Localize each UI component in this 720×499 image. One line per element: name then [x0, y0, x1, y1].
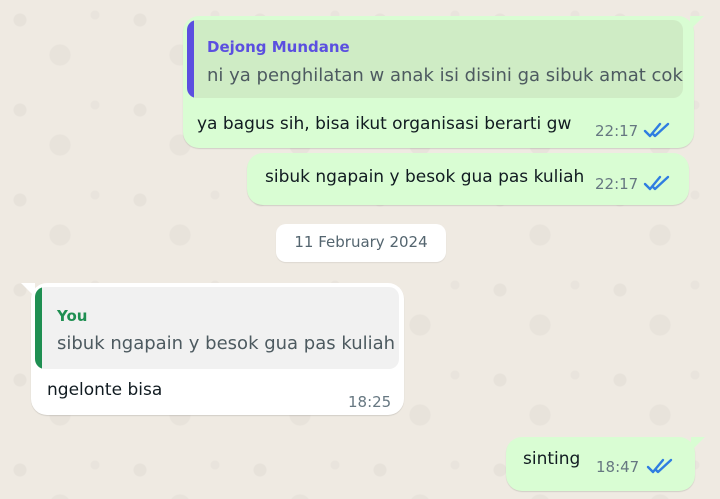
date-separator: 11 February 2024 [276, 224, 446, 262]
message-time: 18:25 [348, 393, 392, 411]
outgoing-message-bubble[interactable]: sibuk ngapain y besok gua pas kuliah 22:… [247, 153, 689, 205]
bubble-tail [21, 283, 35, 297]
message-text: sinting [523, 449, 581, 469]
quote-accent-bar [35, 287, 42, 369]
date-separator-text: 11 February 2024 [294, 233, 428, 251]
message-time: 22:17 [595, 175, 639, 193]
incoming-message-bubble[interactable]: You sibuk ngapain y besok gua pas kuliah… [21, 283, 404, 415]
bubble-tail [690, 16, 704, 30]
quote-author: Dejong Mundane [207, 38, 350, 56]
quote-author: You [57, 307, 88, 325]
quoted-message[interactable]: Dejong Mundane ni ya penghilatan w anak … [187, 20, 683, 98]
message-time: 18:47 [596, 458, 640, 476]
message-text: ngelonte bisa [47, 380, 163, 400]
quote-text: sibuk ngapain y besok gua pas kuliah [57, 333, 396, 354]
message-text: sibuk ngapain y besok gua pas kuliah [265, 167, 585, 187]
quote-accent-bar [187, 20, 194, 98]
double-check-read-icon [643, 122, 670, 138]
bubble-tail [691, 437, 705, 451]
double-check-read-icon [646, 458, 673, 474]
message-time: 22:17 [595, 122, 639, 140]
outgoing-message-bubble[interactable]: sinting 18:47 [506, 437, 705, 491]
message-text: ya bagus sih, bisa ikut organisasi berar… [197, 114, 572, 134]
double-check-read-icon [643, 175, 670, 191]
quoted-message[interactable]: You sibuk ngapain y besok gua pas kuliah [35, 287, 399, 369]
outgoing-message-bubble[interactable]: Dejong Mundane ni ya penghilatan w anak … [183, 16, 704, 148]
quote-text: ni ya penghilatan w anak isi disini ga s… [207, 65, 683, 86]
